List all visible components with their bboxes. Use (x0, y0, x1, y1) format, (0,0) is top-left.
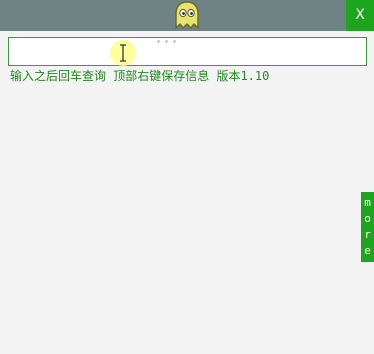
app-window: X 输入之后回车查询 顶部右键保存信息 版本1.10 m o r e (0, 0, 374, 354)
more-letter: o (364, 212, 371, 225)
more-letter: e (364, 244, 371, 257)
close-button[interactable]: X (346, 0, 374, 31)
usage-hint: 输入之后回车查询 顶部右键保存信息 版本1.10 (10, 69, 270, 83)
title-bar[interactable]: X (0, 0, 374, 31)
more-button[interactable]: m o r e (361, 192, 374, 262)
more-letter: r (364, 228, 371, 241)
loading-dots-icon (157, 40, 177, 46)
ghost-logo-icon (175, 1, 199, 29)
text-cursor-icon (120, 44, 126, 62)
search-input[interactable] (8, 37, 367, 66)
more-letter: m (364, 196, 371, 209)
